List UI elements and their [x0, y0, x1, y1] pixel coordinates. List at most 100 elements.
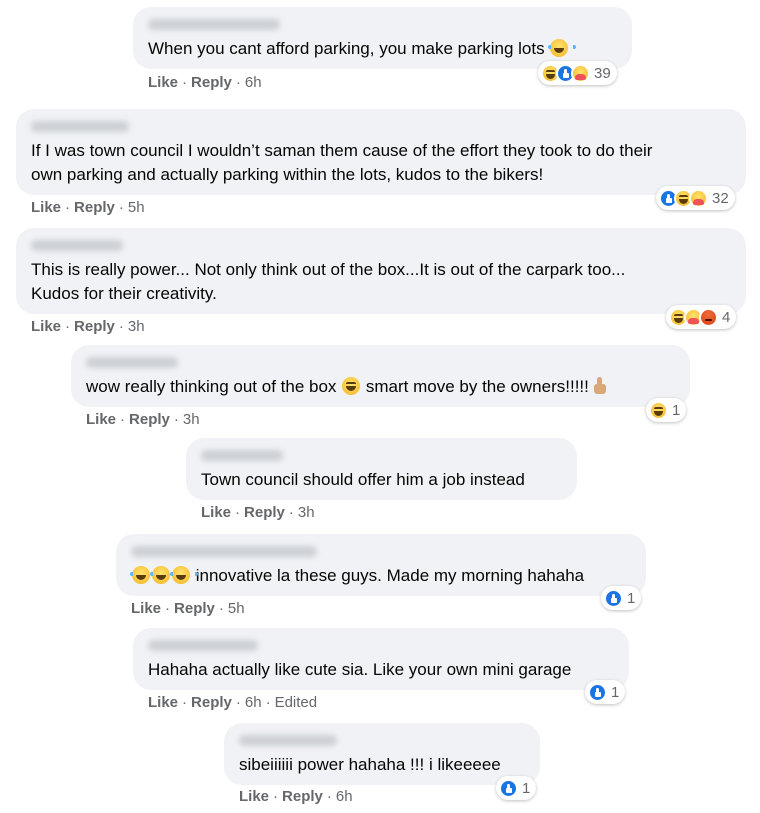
- separator: ·: [118, 199, 124, 216]
- comment-bubble: innovative la these guys. Made my mornin…: [116, 534, 646, 596]
- comment-actions: Like · Reply · 5h: [31, 199, 145, 216]
- laughing-tears-emoji-icon: [150, 566, 178, 584]
- separator: ·: [235, 504, 241, 521]
- comment-text-content: Town council should offer him a job inst…: [201, 470, 525, 489]
- separator: ·: [120, 411, 126, 428]
- care-reaction-icon: [571, 63, 590, 83]
- separator: ·: [173, 411, 179, 428]
- angry-reaction-icon: [699, 307, 718, 327]
- reaction-summary[interactable]: 4: [666, 305, 737, 329]
- separator: ·: [326, 788, 332, 805]
- separator: ·: [288, 504, 294, 521]
- comment-text-content: smart move by the owners!!!!!: [365, 377, 589, 396]
- author-name-blurred[interactable]: [148, 19, 280, 30]
- separator: ·: [182, 694, 188, 711]
- reaction-summary[interactable]: 1: [601, 586, 642, 610]
- reply-link[interactable]: Reply: [282, 788, 323, 805]
- comment-actions: Like · Reply · 3h: [201, 504, 315, 521]
- timestamp[interactable]: 3h: [183, 411, 200, 428]
- comment-bubble: When you cant afford parking, you make p…: [133, 7, 632, 69]
- like-reaction-icon: [588, 682, 607, 702]
- reaction-summary[interactable]: 32: [656, 186, 735, 210]
- like-link[interactable]: Like: [31, 318, 61, 335]
- reaction-summary[interactable]: 1: [585, 680, 626, 704]
- reaction-count: 1: [627, 589, 636, 607]
- comment-text: If I was town council I wouldn’t saman t…: [31, 139, 652, 187]
- like-link[interactable]: Like: [31, 199, 61, 216]
- like-link[interactable]: Like: [239, 788, 269, 805]
- author-name-blurred[interactable]: [148, 640, 258, 651]
- reply-link[interactable]: Reply: [129, 411, 170, 428]
- separator: ·: [235, 74, 241, 91]
- comment-bubble: This is really power... Not only think o…: [16, 228, 746, 314]
- reply-link[interactable]: Reply: [191, 694, 232, 711]
- reply-link[interactable]: Reply: [191, 74, 232, 91]
- reaction-icons: [669, 307, 718, 327]
- author-name-blurred[interactable]: [131, 546, 317, 557]
- author-name-blurred[interactable]: [86, 357, 178, 368]
- reaction-icons: [588, 682, 607, 702]
- like-link[interactable]: Like: [148, 74, 178, 91]
- comment-text: sibeiiiiii power hahaha !!! i likeeeee: [239, 753, 501, 777]
- comment-text: When you cant afford parking, you make p…: [148, 37, 577, 61]
- like-link[interactable]: Like: [131, 600, 161, 617]
- author-name-blurred[interactable]: [31, 121, 129, 132]
- reaction-summary[interactable]: 39: [538, 61, 617, 85]
- reaction-summary[interactable]: 1: [646, 398, 687, 422]
- separator: ·: [235, 694, 241, 711]
- reply-link[interactable]: Reply: [74, 199, 115, 216]
- timestamp[interactable]: 5h: [228, 600, 245, 617]
- comment-actions: Like · Reply · 3h: [31, 318, 145, 335]
- author-name-blurred[interactable]: [201, 450, 283, 461]
- comment-text-line: Kudos for their creativity.: [31, 284, 217, 303]
- comment-actions: Like · Reply · 3h: [86, 411, 200, 428]
- comment-bubble: Town council should offer him a job inst…: [186, 438, 577, 500]
- thumbs-up-emoji-icon: [592, 377, 608, 395]
- comment-bubble: Hahaha actually like cute sia. Like your…: [133, 628, 629, 690]
- comment-text: Town council should offer him a job inst…: [201, 468, 525, 492]
- reply-link[interactable]: Reply: [74, 318, 115, 335]
- timestamp[interactable]: 5h: [128, 199, 145, 216]
- reaction-icons: [604, 588, 623, 608]
- like-link[interactable]: Like: [86, 411, 116, 428]
- comment-actions: Like · Reply · 6h · Edited: [148, 694, 317, 711]
- reaction-count: 32: [712, 189, 729, 207]
- comment-text-line: If I was town council I wouldn’t saman t…: [31, 141, 653, 160]
- reply-link[interactable]: Reply: [244, 504, 285, 521]
- reaction-icons: [499, 778, 518, 798]
- timestamp[interactable]: 3h: [298, 504, 315, 521]
- reaction-summary[interactable]: 1: [496, 776, 537, 800]
- author-name-blurred[interactable]: [31, 240, 123, 251]
- reply-link[interactable]: Reply: [174, 600, 215, 617]
- timestamp[interactable]: 6h: [245, 74, 262, 91]
- haha-reaction-icon: [649, 400, 668, 420]
- comment-text-content: sibeiiiiii power hahaha !!! i likeeeee: [239, 755, 501, 774]
- edited-label[interactable]: Edited: [275, 694, 318, 711]
- comment-text-line: own parking and actually parking within …: [31, 165, 544, 184]
- timestamp[interactable]: 3h: [128, 318, 145, 335]
- author-name-blurred[interactable]: [239, 735, 337, 746]
- reaction-icons: [649, 400, 668, 420]
- separator: ·: [118, 318, 124, 335]
- laughing-tears-emoji-icon: [130, 566, 158, 584]
- comment-text-content: When you cant afford parking, you make p…: [148, 39, 545, 58]
- grinning-emoji-icon: [342, 377, 361, 395]
- like-link[interactable]: Like: [148, 694, 178, 711]
- separator: ·: [65, 318, 71, 335]
- comment-text: This is really power... Not only think o…: [31, 258, 625, 306]
- comment-text-content: innovative la these guys. Made my mornin…: [195, 566, 585, 585]
- reaction-icons: [541, 63, 590, 83]
- comment-text-content: wow really thinking out of the box: [86, 377, 337, 396]
- laughing-tears-emoji-icon: [548, 39, 577, 57]
- like-link[interactable]: Like: [201, 504, 231, 521]
- separator: ·: [182, 74, 188, 91]
- timestamp[interactable]: 6h: [245, 694, 262, 711]
- comment-text-line: This is really power... Not only think o…: [31, 260, 626, 279]
- comment-actions: Like · Reply · 6h: [148, 74, 262, 91]
- comment-text: Hahaha actually like cute sia. Like your…: [148, 658, 571, 682]
- comment-actions: Like · Reply · 5h: [131, 600, 245, 617]
- separator: ·: [218, 600, 224, 617]
- timestamp[interactable]: 6h: [336, 788, 353, 805]
- reaction-count: 39: [594, 64, 611, 82]
- care-reaction-icon: [689, 188, 708, 208]
